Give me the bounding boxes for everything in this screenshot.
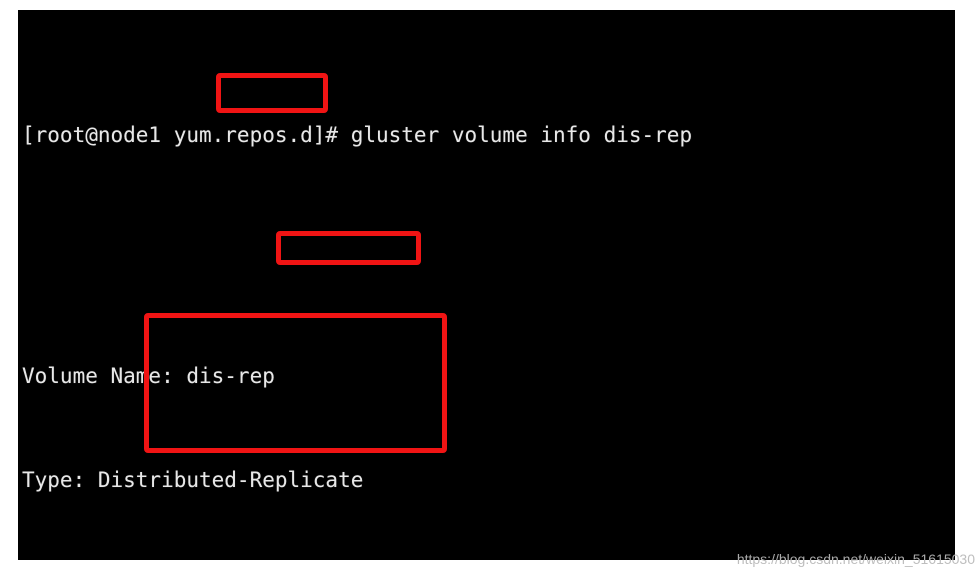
terminal-line-type: Type: Distributed-Replicate [22, 467, 364, 492]
terminal-window[interactable]: [root@node1 yum.repos.d]# gluster volume… [18, 10, 955, 560]
terminal-output: [root@node1 yum.repos.d]# gluster volume… [22, 14, 955, 560]
terminal-command-line: [root@node1 yum.repos.d]# gluster volume… [22, 122, 693, 147]
csdn-watermark: https://blog.csdn.net/weixin_51615030 [736, 551, 975, 567]
terminal-line-volume-name: Volume Name: dis-rep [22, 364, 275, 388]
screenshot-root: [root@node1 yum.repos.d]# gluster volume… [0, 0, 975, 575]
